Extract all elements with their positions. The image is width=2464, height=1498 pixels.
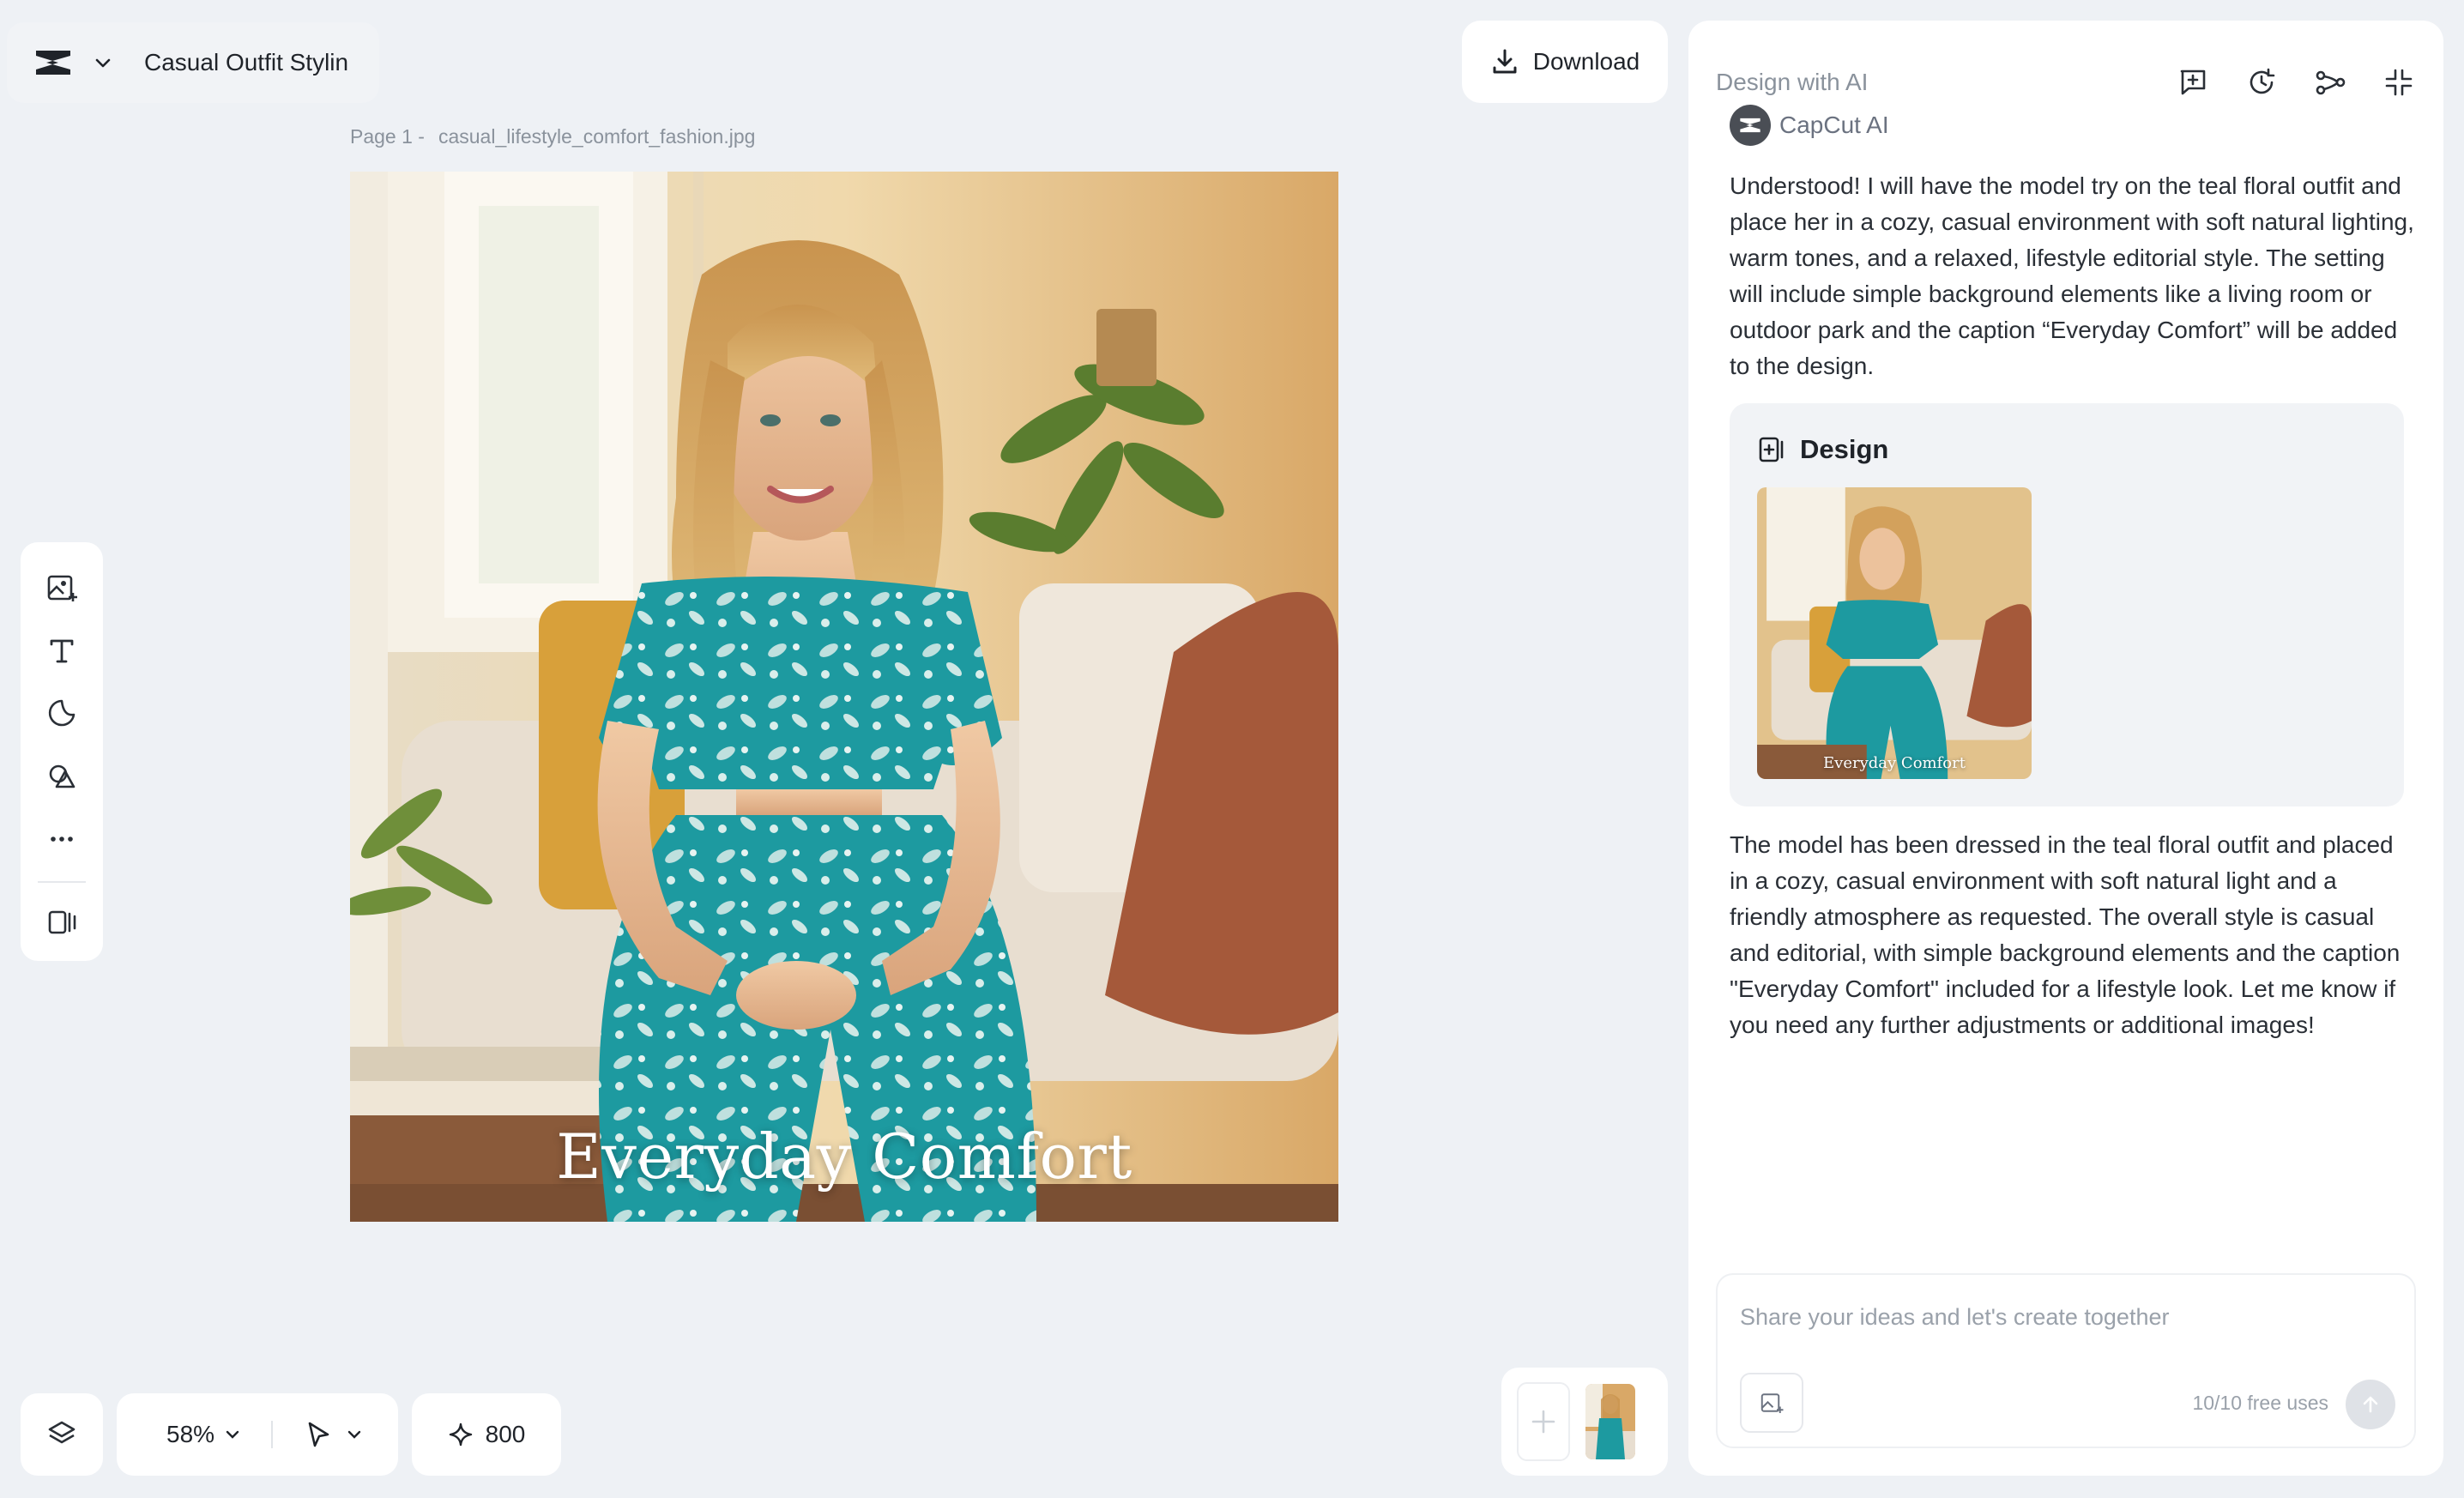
capcut-ai-avatar bbox=[1730, 105, 1771, 146]
design-card-title: Design bbox=[1800, 434, 1889, 464]
sticker-icon bbox=[48, 700, 75, 727]
collapse-icon bbox=[2385, 69, 2413, 96]
arrow-up-icon bbox=[2363, 1396, 2378, 1413]
project-menu[interactable]: Casual Outfit Stylin bbox=[7, 22, 379, 103]
ai-message: Understood! I will have the model try on… bbox=[1730, 172, 2414, 379]
panel-toggle-icon bbox=[48, 910, 76, 934]
page-thumbnail-image bbox=[1585, 1384, 1635, 1459]
ai-panel-title: Design with AI bbox=[1716, 69, 1869, 95]
credits-button[interactable]: 800 bbox=[412, 1393, 561, 1476]
chevron-down-icon bbox=[347, 1430, 361, 1439]
text-icon bbox=[50, 639, 74, 663]
capcut-logo-icon bbox=[1740, 118, 1760, 133]
canvas-caption[interactable]: Everyday Comfort bbox=[350, 1120, 1338, 1193]
attach-image-button[interactable] bbox=[1740, 1373, 1803, 1433]
more-tools[interactable] bbox=[36, 814, 88, 863]
capcut-logo-icon bbox=[36, 51, 70, 75]
new-chat-icon bbox=[2180, 69, 2206, 95]
download-label: Download bbox=[1532, 48, 1640, 75]
ai-message: The model has been dressed in the teal f… bbox=[1730, 831, 2401, 1038]
design-card-header: Design bbox=[1757, 434, 1888, 465]
credits-count: 800 bbox=[485, 1421, 526, 1447]
pages-strip bbox=[1501, 1368, 1668, 1476]
sticker-tool[interactable] bbox=[36, 689, 88, 738]
text-tool[interactable] bbox=[36, 625, 88, 674]
canvas-image[interactable]: Everyday Comfort bbox=[350, 172, 1338, 1222]
share-flow-icon bbox=[2316, 70, 2346, 95]
add-image-icon bbox=[1760, 1393, 1784, 1413]
ai-author-name: CapCut AI bbox=[1779, 112, 1889, 138]
design-result-card[interactable]: Design Everyday Comfort bbox=[1730, 403, 2404, 806]
ai-author: CapCut AI bbox=[1730, 105, 1889, 146]
new-chat-button[interactable] bbox=[2176, 65, 2210, 100]
history-icon bbox=[2250, 68, 2275, 94]
tool-rail bbox=[21, 542, 103, 961]
design-thumbnail-caption: Everyday Comfort bbox=[1823, 754, 1966, 772]
chevron-down-icon bbox=[226, 1430, 239, 1439]
design-thumbnail-image bbox=[1757, 487, 2032, 779]
page-number-label: Page 1 - bbox=[350, 125, 425, 148]
zoom-dropdown[interactable]: 58% bbox=[166, 1421, 242, 1448]
add-page-button[interactable] bbox=[1517, 1382, 1570, 1461]
page-label: Page 1 - casual_lifestyle_comfort_fashion… bbox=[350, 125, 755, 148]
layers-icon bbox=[48, 1421, 75, 1444]
rail-divider bbox=[38, 880, 86, 883]
add-image-tool[interactable] bbox=[36, 563, 88, 612]
history-button[interactable] bbox=[2244, 65, 2279, 100]
chevron-down-icon[interactable] bbox=[91, 51, 115, 75]
more-icon bbox=[51, 837, 73, 842]
page-filename: casual_lifestyle_comfort_fashion.jpg bbox=[438, 125, 756, 148]
zoom-bar: 58% bbox=[117, 1393, 398, 1476]
layers-button[interactable] bbox=[21, 1393, 103, 1476]
project-title[interactable]: Casual Outfit Stylin bbox=[144, 49, 348, 76]
shapes-icon bbox=[49, 764, 75, 788]
collapse-panel-button[interactable] bbox=[2382, 65, 2416, 100]
plus-icon bbox=[1531, 1410, 1555, 1434]
sparkle-icon bbox=[449, 1422, 472, 1447]
download-icon bbox=[1493, 49, 1517, 74]
pointer-mode-dropdown[interactable] bbox=[304, 1420, 364, 1449]
zoom-level: 58% bbox=[166, 1421, 215, 1447]
chat-input-placeholder[interactable]: Share your ideas and let's create togeth… bbox=[1740, 1304, 2169, 1331]
panel-toggle-tool[interactable] bbox=[36, 898, 88, 947]
zoom-separator bbox=[271, 1421, 274, 1448]
send-button[interactable] bbox=[2346, 1380, 2395, 1429]
fashion-photo bbox=[350, 172, 1338, 1222]
download-button[interactable]: Download bbox=[1462, 21, 1668, 103]
page-thumbnail[interactable] bbox=[1585, 1384, 1635, 1459]
share-button[interactable] bbox=[2313, 65, 2347, 100]
design-icon bbox=[1759, 437, 1784, 462]
shapes-tool[interactable] bbox=[36, 752, 88, 800]
cursor-icon bbox=[308, 1422, 329, 1447]
design-thumbnail[interactable]: Everyday Comfort bbox=[1757, 487, 2032, 779]
free-uses-counter: 10/10 free uses bbox=[2192, 1392, 2328, 1414]
ai-panel: Design with AI CapCut AI Understood! I w… bbox=[1688, 21, 2443, 1476]
add-image-icon bbox=[47, 575, 77, 601]
chat-input-box[interactable]: Share your ideas and let's create togeth… bbox=[1716, 1273, 2416, 1448]
